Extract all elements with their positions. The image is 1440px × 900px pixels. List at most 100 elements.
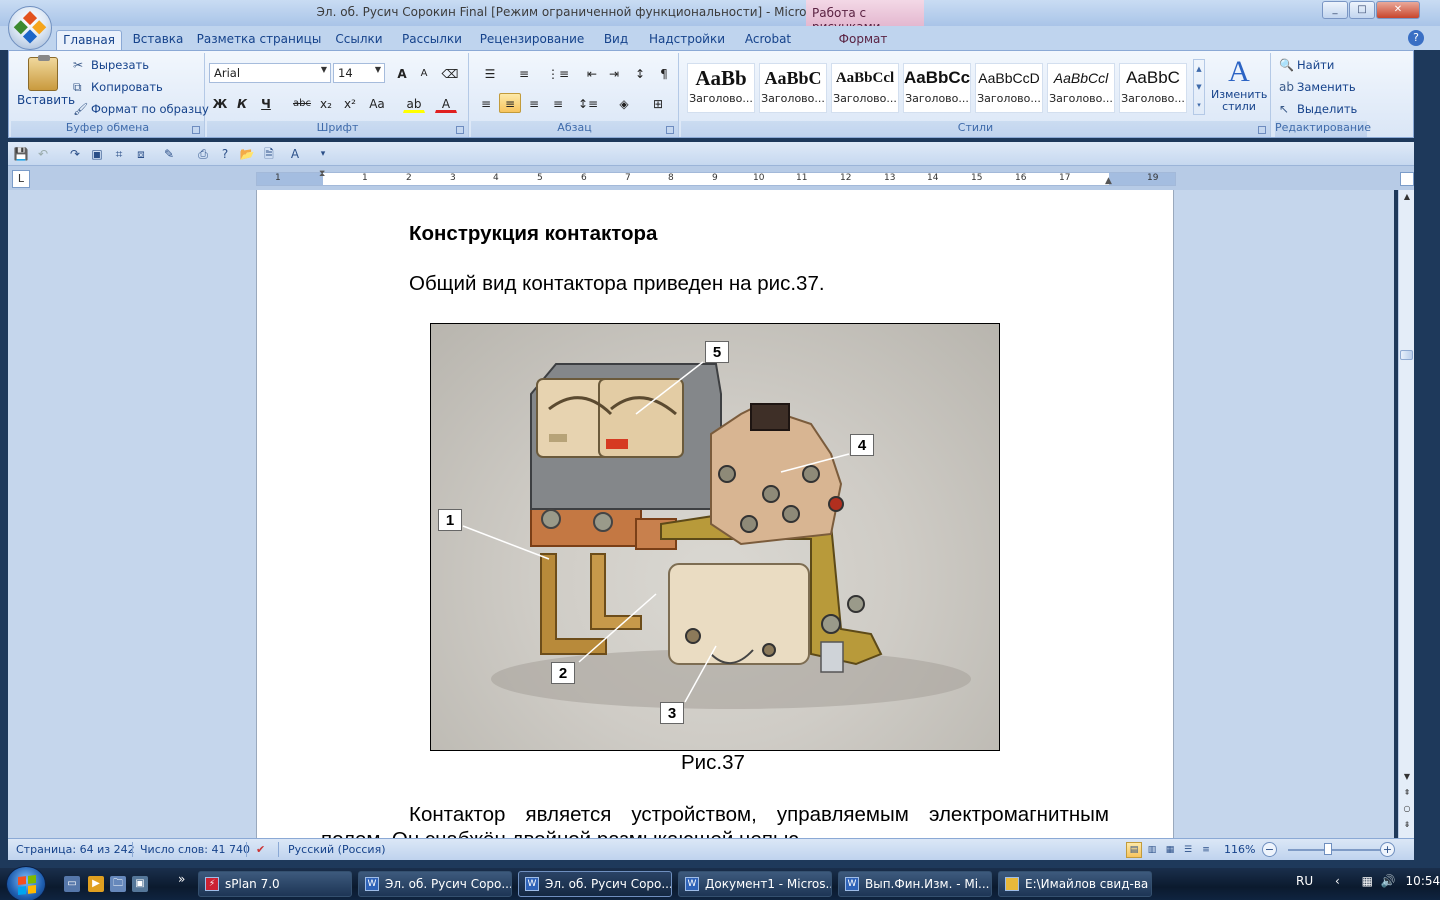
highlight-icon[interactable]: ab [403,93,425,113]
maximize-button[interactable]: □ [1349,1,1375,19]
numbering-icon[interactable]: ≡ [509,63,539,83]
grow-font-button[interactable]: A [391,63,413,83]
increase-indent-icon[interactable]: ⇥ [603,63,625,83]
indent-marker-icon[interactable]: ⧗ [319,169,325,179]
zoom-slider-thumb[interactable] [1324,843,1332,855]
shrink-font-button[interactable]: A [413,63,435,83]
redo-icon[interactable]: ↷ [66,145,84,163]
style-heading-3[interactable]: AaBbCcl Заголово... [831,63,899,113]
subscript-button[interactable]: x₂ [315,93,337,113]
style-heading-5[interactable]: AaBbCcD Заголово... [975,63,1043,113]
explorer-icon[interactable]: 🗀 [110,876,126,892]
bullets-icon[interactable]: ☰ [475,63,505,83]
style-gallery-scroll[interactable]: ▲ ▼ ▾ [1193,59,1205,115]
taskbar-item-word-1[interactable]: W Эл. об. Русич Соро... [358,871,512,897]
language-indicator[interactable]: Русский (Россия) [288,843,386,856]
tab-acrobat[interactable]: Acrobat [738,30,798,50]
document-page[interactable]: Конструкция контактора Общий вид контакт… [256,190,1174,838]
print-preview-icon[interactable]: ⎙ [194,145,212,163]
paragraph-launcher-icon[interactable] [666,126,674,134]
clear-format-icon[interactable]: ⌫ [439,63,461,83]
style-heading-4[interactable]: AaBbCc Заголово... [903,63,971,113]
taskbar-item-word-2[interactable]: W Эл. об. Русич Соро... [518,871,672,897]
outline-view-icon[interactable]: ☰ [1180,842,1196,858]
tab-home[interactable]: Главная [56,30,122,50]
pilcrow-icon[interactable]: ¶ [653,63,675,83]
word-count[interactable]: Число слов: 41 740 [140,843,250,856]
multilevel-list-icon[interactable]: ⋮≡ [543,63,573,83]
taskbar-item-document1[interactable]: W Документ1 - Micros... [678,871,832,897]
clipboard-launcher-icon[interactable] [192,126,200,134]
tab-page-layout[interactable]: Разметка страницы [196,30,322,50]
zoom-out-icon[interactable]: − [1262,842,1277,857]
style-heading-2[interactable]: AaBbC Заголово... [759,63,827,113]
tab-selector[interactable]: L [12,170,30,188]
change-styles-button[interactable]: A Изменить стили [1211,55,1267,119]
quicklaunch-chevron[interactable]: » [178,872,185,886]
tab-view[interactable]: Вид [596,30,636,50]
taskbar-item-folder[interactable]: E:\Имайлов свид-ва [998,871,1152,897]
select-button[interactable]: ↖ Выделить [1279,99,1357,119]
page-indicator[interactable]: Страница: 64 из 242 [16,843,135,856]
full-screen-reading-icon[interactable]: ▥ [1144,842,1160,858]
ruler-toggle-icon[interactable] [1400,172,1414,186]
zoom-in-icon[interactable]: + [1380,842,1395,857]
help-icon[interactable]: ? [1408,30,1424,46]
web-layout-icon[interactable]: ▦ [1162,842,1178,858]
minimize-button[interactable]: _ [1322,1,1348,19]
zoom-level[interactable]: 116% [1224,843,1255,856]
draft-view-icon[interactable]: ≡ [1198,842,1214,858]
font-launcher-icon[interactable] [456,126,464,134]
tab-insert[interactable]: Вставка [126,30,190,50]
show-desktop-icon[interactable]: ▭ [64,876,80,892]
font-color-icon[interactable]: A [435,93,457,113]
tab-references[interactable]: Ссылки [330,30,388,50]
copy-button[interactable]: ⧉ Копировать [73,77,163,97]
language-indicator-tray[interactable]: RU [1296,874,1313,888]
tab-review[interactable]: Рецензирование [478,30,586,50]
contactor-figure[interactable]: 1 2 3 4 5 [430,323,1000,751]
browse-object-icon[interactable]: ○ [1401,804,1413,816]
tab-format[interactable]: Формат [830,30,896,50]
superscript-button[interactable]: x² [339,93,361,113]
styles-launcher-icon[interactable] [1258,126,1266,134]
text-wrap-icon[interactable]: ⧈ [132,145,150,163]
undo-icon[interactable]: ↶ [34,145,52,163]
tab-mailings[interactable]: Рассылки [396,30,468,50]
align-left-icon[interactable]: ≡ [475,93,497,113]
align-right-icon[interactable]: ≡ [523,93,545,113]
customize-toolbar-icon[interactable]: ▾ [314,145,332,163]
cut-button[interactable]: ✂ Вырезать [73,55,149,75]
print-layout-icon[interactable]: ▤ [1126,842,1142,858]
align-center-icon[interactable]: ≡ [499,93,521,113]
scroll-up-icon[interactable]: ▲ [1401,192,1413,204]
office-button[interactable] [8,6,52,50]
text-effects-icon[interactable]: A [286,145,304,163]
network-icon[interactable]: ▦ [1362,874,1373,888]
save-icon[interactable]: 💾 [12,145,30,163]
font-size-input[interactable]: 14 ▼ [333,63,385,83]
replace-button[interactable]: ab Заменить [1279,77,1356,97]
spellcheck-icon[interactable]: ✔ [256,843,265,856]
help-icon-small[interactable]: ? [216,145,234,163]
decrease-indent-icon[interactable]: ⇤ [581,63,603,83]
horizontal-ruler[interactable]: 1 1 2 3 4 5 6 7 8 9 10 11 12 13 14 15 16… [256,169,1176,186]
switch-windows-icon[interactable]: ▣ [132,876,148,892]
start-button[interactable] [6,866,46,900]
zoom-slider[interactable] [1288,849,1388,851]
find-button[interactable]: 🔍 Найти [1279,55,1334,75]
close-button[interactable]: ✕ [1376,1,1420,19]
vertical-scrollbar[interactable]: ▲ ▼ ⇞ ○ ⇟ [1398,190,1414,838]
taskbar-item-splan[interactable]: ⚡ sPlan 7.0 [198,871,352,897]
scroll-thumb[interactable] [1400,350,1413,360]
underline-button[interactable]: Ч [255,93,277,113]
style-heading-6[interactable]: AaBbCcl Заголово... [1047,63,1115,113]
media-player-icon[interactable]: ▶ [88,876,104,892]
open-folder-icon[interactable]: 📂 [238,145,256,163]
line-spacing-icon[interactable]: ↕≡ [573,93,603,113]
change-case-button[interactable]: Aa [363,93,391,113]
scroll-down-icon[interactable]: ▼ [1401,772,1413,784]
next-page-icon[interactable]: ⇟ [1401,820,1413,832]
pen-icon[interactable]: ✎ [160,145,178,163]
strikethrough-button[interactable]: abc [291,93,313,113]
